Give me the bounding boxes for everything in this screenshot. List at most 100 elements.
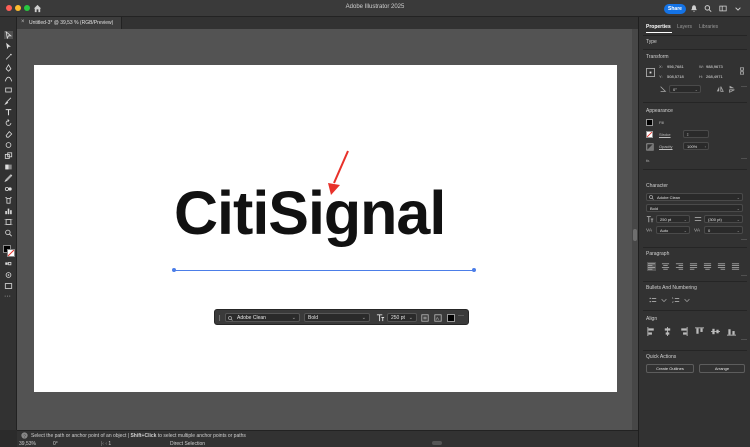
eraser-tool-icon[interactable] xyxy=(4,130,13,138)
opacity-field[interactable]: 100% › xyxy=(683,142,709,150)
flip-vertical-icon[interactable] xyxy=(728,85,736,93)
align-top-edge-icon[interactable] xyxy=(695,327,704,336)
fill-swatch[interactable] xyxy=(646,119,653,126)
tab-libraries[interactable]: Libraries xyxy=(699,24,718,30)
drag-handle-icon[interactable] xyxy=(218,314,223,322)
color-mode-icon[interactable] xyxy=(4,260,13,268)
curvature-tool-icon[interactable] xyxy=(4,75,13,83)
context-font-style-field[interactable]: Bold ⌄ xyxy=(304,313,370,322)
search-icon[interactable] xyxy=(704,4,712,13)
tab-layers[interactable]: Layers xyxy=(677,24,692,30)
align-vertical-center-icon[interactable] xyxy=(711,327,720,336)
opacity-label[interactable]: Opacity xyxy=(659,144,673,149)
arrange-button[interactable]: Arrange xyxy=(699,364,745,373)
align-horizontal-center-icon[interactable] xyxy=(663,327,672,336)
h-value[interactable]: 268,4971 xyxy=(706,74,723,79)
tab-properties[interactable]: Properties xyxy=(646,24,671,30)
canvas-area[interactable]: CitiSignal Adobe Clean ⌄ Bold ⌄ 250 pt ⌄ xyxy=(17,29,638,430)
horizontal-scroll-thumb[interactable] xyxy=(432,441,442,445)
stroke-label[interactable]: Stroke xyxy=(659,132,671,137)
view-rotation[interactable]: 0° xyxy=(53,441,58,447)
paintbrush-tool-icon[interactable] xyxy=(4,97,13,105)
vertical-scroll-thumb[interactable] xyxy=(633,229,637,241)
context-fill-swatch[interactable] xyxy=(447,314,455,322)
stroke-weight-field[interactable]: ⇕ xyxy=(683,130,709,138)
align-left-edge-icon[interactable] xyxy=(647,327,656,336)
stroke-color-swatch[interactable] xyxy=(7,249,15,257)
symbol-sprayer-tool-icon[interactable] xyxy=(4,196,13,204)
rotate-tool-icon[interactable] xyxy=(4,119,13,127)
align-center-icon[interactable] xyxy=(661,262,670,271)
current-tool-name[interactable]: Direct Selection xyxy=(170,441,205,447)
align-bottom-edge-icon[interactable] xyxy=(727,327,736,336)
shape-builder-tool-icon[interactable] xyxy=(4,152,13,160)
stepper-icon[interactable]: ⇕ xyxy=(686,131,689,137)
zoom-level[interactable]: 39,53% xyxy=(19,441,36,447)
artboard-number[interactable]: 1 xyxy=(108,441,111,447)
bullet-list-icon[interactable] xyxy=(648,296,658,304)
font-style-field[interactable]: Bold ⌄ xyxy=(646,204,743,212)
headline-text[interactable]: CitiSignal xyxy=(174,183,446,244)
more-character-options-icon[interactable]: ··· xyxy=(741,237,747,243)
justify-left-icon[interactable] xyxy=(689,262,698,271)
eyedropper-tool-icon[interactable] xyxy=(4,174,13,182)
justify-right-icon[interactable] xyxy=(717,262,726,271)
blend-tool-icon[interactable] xyxy=(4,185,13,193)
font-size-field[interactable]: 250 pt ⌄ xyxy=(656,215,690,223)
more-align-options-icon[interactable]: ··· xyxy=(741,337,747,343)
bullet-list-dropdown-icon[interactable] xyxy=(660,296,668,304)
direct-selection-tool-icon[interactable] xyxy=(4,42,13,50)
document-tab[interactable]: × Untitled-3* @ 39,53 % (RGB/Preview) xyxy=(17,17,122,29)
leading-field[interactable]: (300 pt) ⌄ xyxy=(704,215,743,223)
type-tool-icon[interactable] xyxy=(4,108,13,116)
character-options-icon[interactable]: A xyxy=(434,314,442,322)
artboard-tool-icon[interactable] xyxy=(4,218,13,226)
context-font-family-field[interactable]: Adobe Clean ⌄ xyxy=(225,313,300,322)
stroke-swatch[interactable] xyxy=(646,131,653,138)
anchor-point-end[interactable] xyxy=(472,268,476,272)
more-appearance-options-icon[interactable]: ··· xyxy=(741,156,747,162)
create-outlines-button[interactable]: Create Outlines xyxy=(646,364,694,373)
reference-point-icon[interactable] xyxy=(646,68,655,77)
numbered-list-dropdown-icon[interactable] xyxy=(683,296,691,304)
y-value[interactable]: 508,5718 xyxy=(667,74,684,79)
help-icon[interactable]: ? xyxy=(21,432,28,439)
more-tools-icon[interactable]: ··· xyxy=(4,293,11,300)
artboard[interactable]: CitiSignal Adobe Clean ⌄ Bold ⌄ 250 pt ⌄ xyxy=(34,65,617,392)
more-paragraph-options-icon[interactable]: ··· xyxy=(741,273,747,279)
warp-tool-icon[interactable] xyxy=(4,141,13,149)
numbered-list-icon[interactable]: 12 xyxy=(671,296,681,304)
rectangle-tool-icon[interactable] xyxy=(4,86,13,94)
fx-button[interactable]: fx. xyxy=(646,158,650,163)
justify-center-icon[interactable] xyxy=(703,262,712,271)
constrain-proportions-icon[interactable] xyxy=(738,67,746,75)
zoom-tool-icon[interactable] xyxy=(4,229,13,237)
more-transform-options-icon[interactable]: ··· xyxy=(741,84,747,90)
bell-icon[interactable] xyxy=(690,4,698,13)
gradient-tool-icon[interactable] xyxy=(4,163,13,171)
kerning-field[interactable]: Auto ⌄ xyxy=(656,226,690,234)
draw-mode-icon[interactable] xyxy=(4,271,13,279)
magic-wand-tool-icon[interactable] xyxy=(4,53,13,61)
align-right-icon[interactable] xyxy=(675,262,684,271)
x-value[interactable]: 956,7681 xyxy=(667,64,684,69)
close-icon[interactable]: × xyxy=(21,19,25,25)
paragraph-options-icon[interactable] xyxy=(421,314,429,322)
share-button[interactable]: Share xyxy=(664,4,686,14)
context-font-size-field[interactable]: 250 pt ⌄ xyxy=(387,313,417,322)
screen-mode-icon[interactable] xyxy=(4,282,13,290)
align-left-icon[interactable] xyxy=(647,262,656,271)
anchor-point-start[interactable] xyxy=(172,268,176,272)
pen-tool-icon[interactable] xyxy=(4,64,13,72)
font-family-field[interactable]: Adobe Clean ⌄ xyxy=(646,193,743,201)
artboard-navigation[interactable]: |‹ ‹ 1 xyxy=(101,441,111,447)
workspace-icon[interactable] xyxy=(719,4,727,13)
chevron-down-icon[interactable] xyxy=(734,4,742,13)
flip-horizontal-icon[interactable] xyxy=(716,85,724,93)
align-right-edge-icon[interactable] xyxy=(679,327,688,336)
justify-all-icon[interactable] xyxy=(731,262,740,271)
more-options-icon[interactable]: ··· xyxy=(458,313,464,319)
rotation-field[interactable]: 0° ⌄ xyxy=(669,85,701,93)
selection-tool-icon[interactable] xyxy=(4,31,13,39)
column-graph-tool-icon[interactable] xyxy=(4,207,13,215)
